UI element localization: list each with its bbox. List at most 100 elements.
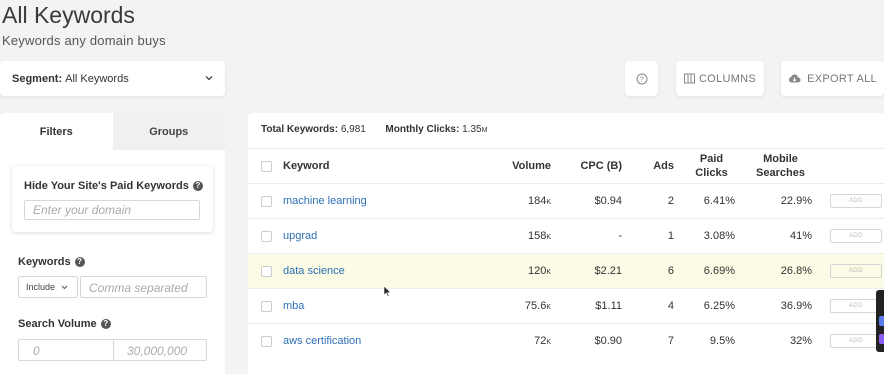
volume-min-input[interactable]: 0 <box>18 339 114 361</box>
add-cell: ADD <box>812 218 884 254</box>
row-checkbox[interactable] <box>261 265 272 277</box>
header-cpc[interactable]: CPC (B) <box>551 148 622 184</box>
header-paid-clicks[interactable]: Paid Clicks <box>674 148 735 184</box>
volume-cell: 75.6K <box>483 288 551 324</box>
totals-summary: Total Keywords: 6,981 Monthly Clicks: 1.… <box>261 124 487 135</box>
add-cell: ADD <box>812 183 884 219</box>
header-mobile-searches[interactable]: Mobile Searches <box>735 148 812 184</box>
mobile-searches-cell: 41% <box>735 218 812 254</box>
volume-cell: 72K <box>483 323 551 359</box>
header-paid-line2: Clicks <box>695 167 728 179</box>
select-all-checkbox[interactable] <box>261 160 272 172</box>
row-select-cell <box>248 323 283 359</box>
row-checkbox[interactable] <box>261 335 272 347</box>
segment-dropdown[interactable]: Segment: All Keywords <box>0 61 225 96</box>
paid-clicks-cell: 6.41% <box>674 183 735 219</box>
volume-unit: K <box>546 199 551 206</box>
keywords-label: Keywords ? <box>18 256 85 268</box>
paid-clicks-cell: 9.5% <box>674 323 735 359</box>
ads-cell: 4 <box>622 288 674 324</box>
page-subtitle: Keywords any domain buys <box>2 33 166 48</box>
tab-groups[interactable]: Groups <box>112 113 225 150</box>
row-checkbox[interactable] <box>261 230 272 242</box>
monthly-clicks-label: Monthly Clicks: <box>385 124 460 135</box>
domain-input[interactable]: Enter your domain <box>24 200 200 220</box>
row-select-cell <box>248 218 283 254</box>
export-all-button[interactable]: EXPORT ALL <box>781 61 884 96</box>
header-volume[interactable]: Volume <box>483 148 551 184</box>
add-button[interactable]: ADD <box>830 194 882 208</box>
row-checkbox[interactable] <box>261 195 272 207</box>
volume-unit: K <box>546 304 551 311</box>
volume-value: 75.6 <box>524 300 547 312</box>
page-title: All Keywords <box>2 2 135 28</box>
table-row[interactable]: machine learning 184K $0.94 2 6.41% 22.9% ADD <box>248 183 884 219</box>
search-volume-text: Search Volume <box>18 318 97 330</box>
volume-value: 184 <box>527 195 547 207</box>
table-row[interactable]: upgrad 158K -1 3.08% 41% ADD <box>248 218 884 254</box>
include-value: Include <box>26 282 56 292</box>
mobile-searches-cell: 22.9% <box>735 183 812 219</box>
help-button[interactable]: ? <box>625 61 658 96</box>
widget-tab-blue[interactable] <box>879 316 884 326</box>
table-header-row: Keyword Volume CPC (B) Ads Paid Clicks Mo… <box>248 148 884 184</box>
help-icon[interactable]: ? <box>192 181 203 191</box>
tab-filters[interactable]: Filters <box>0 113 113 150</box>
volume-value: 120 <box>527 265 547 277</box>
ads-cell: 6 <box>622 253 674 289</box>
monthly-clicks-unit: M <box>481 127 488 134</box>
add-cell: ADD <box>812 253 884 289</box>
columns-label: COLUMNS <box>698 72 757 85</box>
table-row[interactable]: data science 120K $2.21 6 6.69% 26.8% ADD <box>248 253 884 289</box>
mobile-searches-cell: 32% <box>735 323 812 359</box>
header-keyword[interactable]: Keyword <box>283 148 483 184</box>
cpc-cell: $1.11 <box>551 288 622 324</box>
keyword-link[interactable]: upgrad <box>283 230 317 242</box>
filter-tabs: Filters Groups <box>0 113 225 150</box>
filters-panel: Filters Groups Hide Your Site's Paid Key… <box>0 113 225 374</box>
widget-tab-purple[interactable] <box>879 334 884 344</box>
include-select[interactable]: Include <box>18 276 78 298</box>
columns-button[interactable]: COLUMNS <box>676 61 764 96</box>
add-button[interactable]: ADD <box>830 299 882 313</box>
keywords-input[interactable]: Comma separated <box>80 276 207 298</box>
volume-max-input[interactable]: 30,000,000 <box>113 339 207 361</box>
paid-keywords-text: Hide Your Site's Paid Keywords <box>24 180 189 192</box>
side-widget[interactable] <box>876 290 884 352</box>
header-ads[interactable]: Ads <box>622 148 674 184</box>
help-icon[interactable]: ? <box>100 319 111 329</box>
help-icon[interactable]: ? <box>74 257 85 267</box>
keyword-cell: machine learning <box>283 183 483 219</box>
keyword-cell: aws certification <box>283 323 483 359</box>
header-add <box>812 148 884 184</box>
keyword-link[interactable]: mba <box>283 300 304 312</box>
paid-keywords-box: Hide Your Site's Paid Keywords ? Enter y… <box>12 166 213 232</box>
header-mobile-line2: Searches <box>756 167 805 179</box>
row-select-cell <box>248 288 283 324</box>
mobile-searches-cell: 36.9% <box>735 288 812 324</box>
ads-cell: 1 <box>622 218 674 254</box>
add-button[interactable]: ADD <box>830 229 882 243</box>
cpc-cell: - <box>551 218 622 254</box>
keyword-link[interactable]: machine learning <box>283 195 367 207</box>
cpc-cell: $0.90 <box>551 323 622 359</box>
row-checkbox[interactable] <box>261 300 272 312</box>
chevron-down-icon <box>61 285 68 289</box>
cloud-download-icon <box>789 74 801 83</box>
table-row[interactable]: mba 75.6K $1.11 4 6.25% 36.9% ADD <box>248 288 884 324</box>
ads-cell: 2 <box>622 183 674 219</box>
keyword-link[interactable]: data science <box>283 265 345 277</box>
keyword-link[interactable]: aws certification <box>283 335 361 347</box>
columns-icon <box>683 73 695 84</box>
keyword-cell: data science <box>283 253 483 289</box>
ads-cell: 7 <box>622 323 674 359</box>
cpc-cell: $0.94 <box>551 183 622 219</box>
volume-unit: K <box>546 269 551 276</box>
volume-unit: K <box>546 234 551 241</box>
segment-label: Segment: <box>12 72 63 85</box>
add-button[interactable]: ADD <box>830 334 882 349</box>
add-button[interactable]: ADD <box>830 264 882 278</box>
volume-value: 158 <box>527 230 547 242</box>
monthly-clicks-value: 1.35 <box>462 124 482 135</box>
table-row[interactable]: aws certification 72K $0.90 7 9.5% 32% ADD <box>248 323 884 359</box>
